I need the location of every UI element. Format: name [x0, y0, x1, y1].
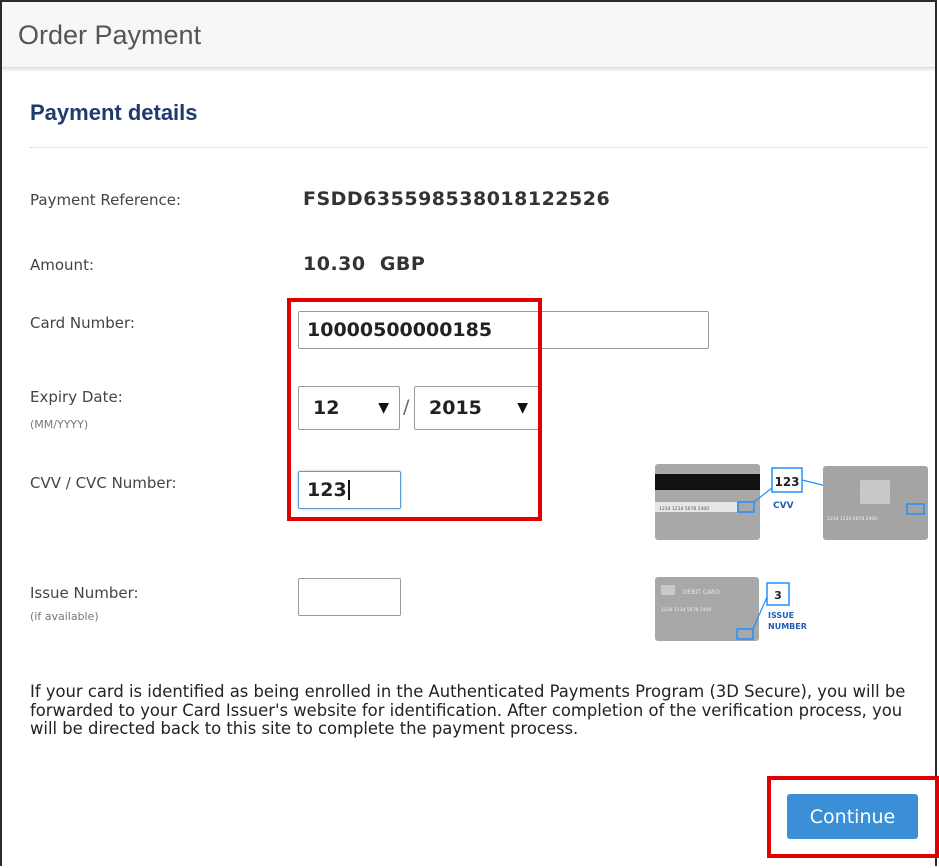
debit-card-label: DEBIT CARD: [683, 589, 720, 596]
highlight-continue: [767, 776, 939, 858]
issue-callout-label-line2: NUMBER: [768, 622, 807, 631]
expiry-date-label: Expiry Date:: [30, 388, 123, 406]
section-divider: [30, 147, 928, 148]
expiry-date-hint: (MM/YYYY): [30, 418, 89, 431]
issue-card-illustration: DEBIT CARD 1234 1234 5678 2400 3 ISSUE N…: [655, 577, 807, 641]
page-title: Order Payment: [18, 20, 202, 50]
card-chip: [661, 585, 675, 595]
panel-header: Order Payment: [2, 2, 935, 68]
issue-callout-value: 3: [774, 589, 782, 602]
payment-reference-label: Payment Reference:: [30, 191, 182, 209]
card-back-digits: 1234 1234 5678 2400: [659, 506, 709, 512]
card-number-label: Card Number:: [30, 314, 135, 332]
issue-number-hint: (if available): [30, 610, 99, 623]
amount-label: Amount:: [30, 256, 94, 274]
card-chip: [860, 480, 890, 504]
cvv-label: CVV / CVC Number:: [30, 474, 177, 492]
magnetic-stripe: [655, 474, 760, 490]
cvv-callout-value: 123: [774, 475, 799, 489]
card-front-digits: 1234 1234 5678 2400: [827, 516, 877, 522]
section-title: Payment details: [30, 100, 198, 125]
highlight-card-inputs: [287, 298, 542, 521]
debit-card-digits: 1234 1234 5678 2400: [661, 607, 711, 613]
header-divider: [2, 68, 935, 72]
cvv-callout-label: CVV: [773, 501, 794, 511]
issue-number-label: Issue Number:: [30, 584, 139, 602]
cvv-card-illustration: 1234 1234 5678 2400 123 CVV 1234 1234 56…: [655, 464, 928, 540]
payment-reference-value: FSDD635598538018122526: [303, 188, 611, 210]
issue-callout-label-line1: ISSUE: [768, 611, 794, 620]
issue-number-input[interactable]: [298, 578, 401, 616]
secure-payment-notice: If your card is identified as being enro…: [30, 682, 906, 738]
amount-value: 10.30 GBP: [303, 253, 426, 275]
